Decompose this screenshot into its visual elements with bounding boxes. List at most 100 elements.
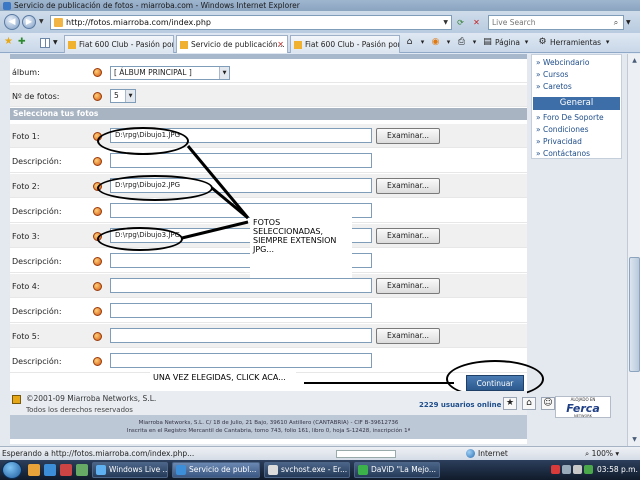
- taskbar-item-svchost-error[interactable]: svchost.exe - Er...: [264, 462, 350, 478]
- zoom-level[interactable]: ⌕ 100% ▾: [585, 449, 619, 459]
- photo-4-file-input[interactable]: [110, 278, 372, 293]
- scrollbar-thumb[interactable]: [629, 257, 640, 372]
- description-2-label: Descripción:: [12, 207, 62, 216]
- close-tab-icon[interactable]: ✕: [277, 40, 284, 49]
- quicklaunch-folder-icon[interactable]: [28, 464, 40, 476]
- stop-icon[interactable]: ✕: [470, 16, 483, 29]
- feeds-icon[interactable]: ◉: [430, 37, 441, 48]
- page-dropdown-icon[interactable]: ▾: [521, 37, 532, 48]
- photo-count-select[interactable]: 5 ▼: [110, 89, 136, 103]
- ferca-logo[interactable]: ALOJADO EN Ferca NETWORK: [555, 396, 611, 418]
- chevron-down-icon[interactable]: ▼: [125, 90, 135, 102]
- print-icon[interactable]: ⎙: [456, 37, 467, 48]
- sidebar-link-cursos[interactable]: » Cursos: [536, 70, 568, 79]
- page-footer: ©2001-09 Miarroba Networks, S.L. Todos l…: [10, 391, 555, 415]
- bullet-icon: [93, 92, 102, 101]
- search-box[interactable]: ⌕: [488, 15, 624, 30]
- address-input[interactable]: [66, 18, 441, 27]
- photo-3-browse-button[interactable]: Examinar...: [376, 228, 440, 244]
- taskbar-item-servicio-fotos[interactable]: Servicio de publ...: [172, 462, 260, 478]
- tray-messenger-icon[interactable]: [584, 465, 593, 474]
- page-favicon-icon: [54, 18, 63, 27]
- bullet-icon: [93, 68, 102, 77]
- favorites-star-icon[interactable]: ★: [4, 36, 13, 48]
- tools-menu-button[interactable]: Herramientas: [550, 38, 601, 47]
- quick-tabs-icon[interactable]: [40, 38, 50, 48]
- home-icon[interactable]: ⌂: [404, 37, 415, 48]
- print-dropdown-icon[interactable]: ▾: [469, 37, 480, 48]
- photo-4-label: Foto 4:: [12, 282, 40, 291]
- quicklaunch-media-icon[interactable]: [60, 464, 72, 476]
- status-text: Esperando a http://fotos.miarroba.com/in…: [2, 449, 195, 458]
- sidebar-link-label: Foro De Soporte: [542, 113, 604, 122]
- legal-notice: Miarroba Networks, S.L. C/ 18 de Julio, …: [10, 415, 527, 439]
- refresh-icon[interactable]: ⟳: [454, 16, 467, 29]
- tab-list-dropdown-icon[interactable]: ▼: [53, 39, 58, 46]
- start-orb-icon[interactable]: [2, 461, 22, 479]
- add-favorite-icon[interactable]: ✚: [18, 36, 26, 48]
- tab-fiat-club-2[interactable]: Fiat 600 Club - Pasión por ...: [290, 35, 400, 53]
- sidebar-link-contactanos[interactable]: » Contáctanos: [536, 149, 590, 158]
- description-5-row: Descripción:: [10, 349, 527, 373]
- status-bar: Esperando a http://fotos.miarroba.com/in…: [0, 446, 640, 460]
- forward-button[interactable]: ▶: [22, 15, 36, 29]
- form-header-strip: [10, 54, 527, 59]
- sidebar-link-webcindario[interactable]: » Webcindario: [536, 58, 589, 67]
- album-select[interactable]: [ ÁLBUM PRINCIPAL ] ▼: [110, 66, 230, 80]
- zoom-value: 100%: [591, 449, 614, 458]
- globe-icon: [466, 449, 475, 458]
- tab-favicon-icon: [180, 40, 188, 49]
- messenger-icon: [358, 465, 368, 475]
- home-dropdown-icon[interactable]: ▾: [417, 37, 428, 48]
- chevron-down-icon[interactable]: ▼: [219, 67, 229, 79]
- feeds-dropdown-icon[interactable]: ▾: [443, 37, 454, 48]
- legal-line-2: Inscrita en el Registro Mercantil de Can…: [126, 428, 411, 434]
- tray-volume-icon[interactable]: [573, 465, 582, 474]
- vertical-scrollbar[interactable]: ▲ ▼: [627, 54, 640, 446]
- recent-pages-dropdown-icon[interactable]: ▼: [39, 18, 44, 25]
- tab-favicon-icon: [68, 40, 76, 49]
- back-button[interactable]: ◀: [4, 14, 20, 30]
- zone-label: Internet: [478, 449, 508, 458]
- search-input[interactable]: [489, 18, 609, 27]
- taskbar-clock[interactable]: 03:58 p.m.: [597, 465, 638, 474]
- sidebar-link-privacidad[interactable]: » Privacidad: [536, 137, 582, 146]
- scroll-up-icon[interactable]: ▲: [629, 55, 640, 66]
- album-label: álbum:: [12, 68, 40, 77]
- photo-5-file-input[interactable]: [110, 328, 372, 343]
- page-menu-button[interactable]: Página: [495, 38, 520, 47]
- annotation-ellipse-photo-3: [97, 227, 183, 251]
- photo-5-browse-button[interactable]: Examinar...: [376, 328, 440, 344]
- address-bar[interactable]: ▼: [50, 15, 452, 30]
- error-window-icon: [268, 465, 278, 475]
- tab-servicio-fotos[interactable]: Servicio de publicación... ✕: [176, 35, 288, 53]
- sidebar-link-caretos[interactable]: » Caretos: [536, 82, 572, 91]
- tab-fiat-club-1[interactable]: Fiat 600 Club - Pasión por ...: [64, 35, 174, 53]
- sidebar-link-condiciones[interactable]: » Condiciones: [536, 125, 588, 134]
- description-1-input[interactable]: [110, 153, 372, 168]
- search-icon[interactable]: ⌕: [609, 16, 623, 29]
- users-icon[interactable]: ☺: [541, 397, 555, 410]
- quicklaunch-desktop-icon[interactable]: [76, 464, 88, 476]
- photo-2-browse-button[interactable]: Examinar...: [376, 178, 440, 194]
- scroll-down-icon[interactable]: ▼: [629, 434, 640, 445]
- tray-security-icon[interactable]: [551, 465, 560, 474]
- taskbar-item-david[interactable]: DaViD "La Mejo...: [354, 462, 440, 478]
- annotation-ellipse-photo-2: [97, 175, 213, 201]
- bookmark-icon[interactable]: ★: [503, 397, 517, 410]
- address-dropdown-icon[interactable]: ▼: [440, 19, 451, 26]
- taskbar-item-windows-live[interactable]: Windows Live ...: [92, 462, 168, 478]
- photo-1-browse-button[interactable]: Examinar...: [376, 128, 440, 144]
- bullet-icon: [93, 207, 102, 216]
- home-page-icon[interactable]: ⌂: [522, 397, 536, 410]
- tools-dropdown-icon[interactable]: ▾: [602, 37, 613, 48]
- quicklaunch-ie-icon[interactable]: [44, 464, 56, 476]
- window-title: Servicio de publicación de fotos - miarr…: [14, 1, 300, 10]
- sidebar-link-label: Cursos: [542, 70, 569, 79]
- description-4-input[interactable]: [110, 303, 372, 318]
- sidebar-link-foro-soporte[interactable]: » Foro De Soporte: [536, 113, 604, 122]
- search-options-dropdown-icon[interactable]: ▼: [626, 19, 631, 26]
- description-5-input[interactable]: [110, 353, 372, 368]
- photo-4-browse-button[interactable]: Examinar...: [376, 278, 440, 294]
- tray-network-icon[interactable]: [562, 465, 571, 474]
